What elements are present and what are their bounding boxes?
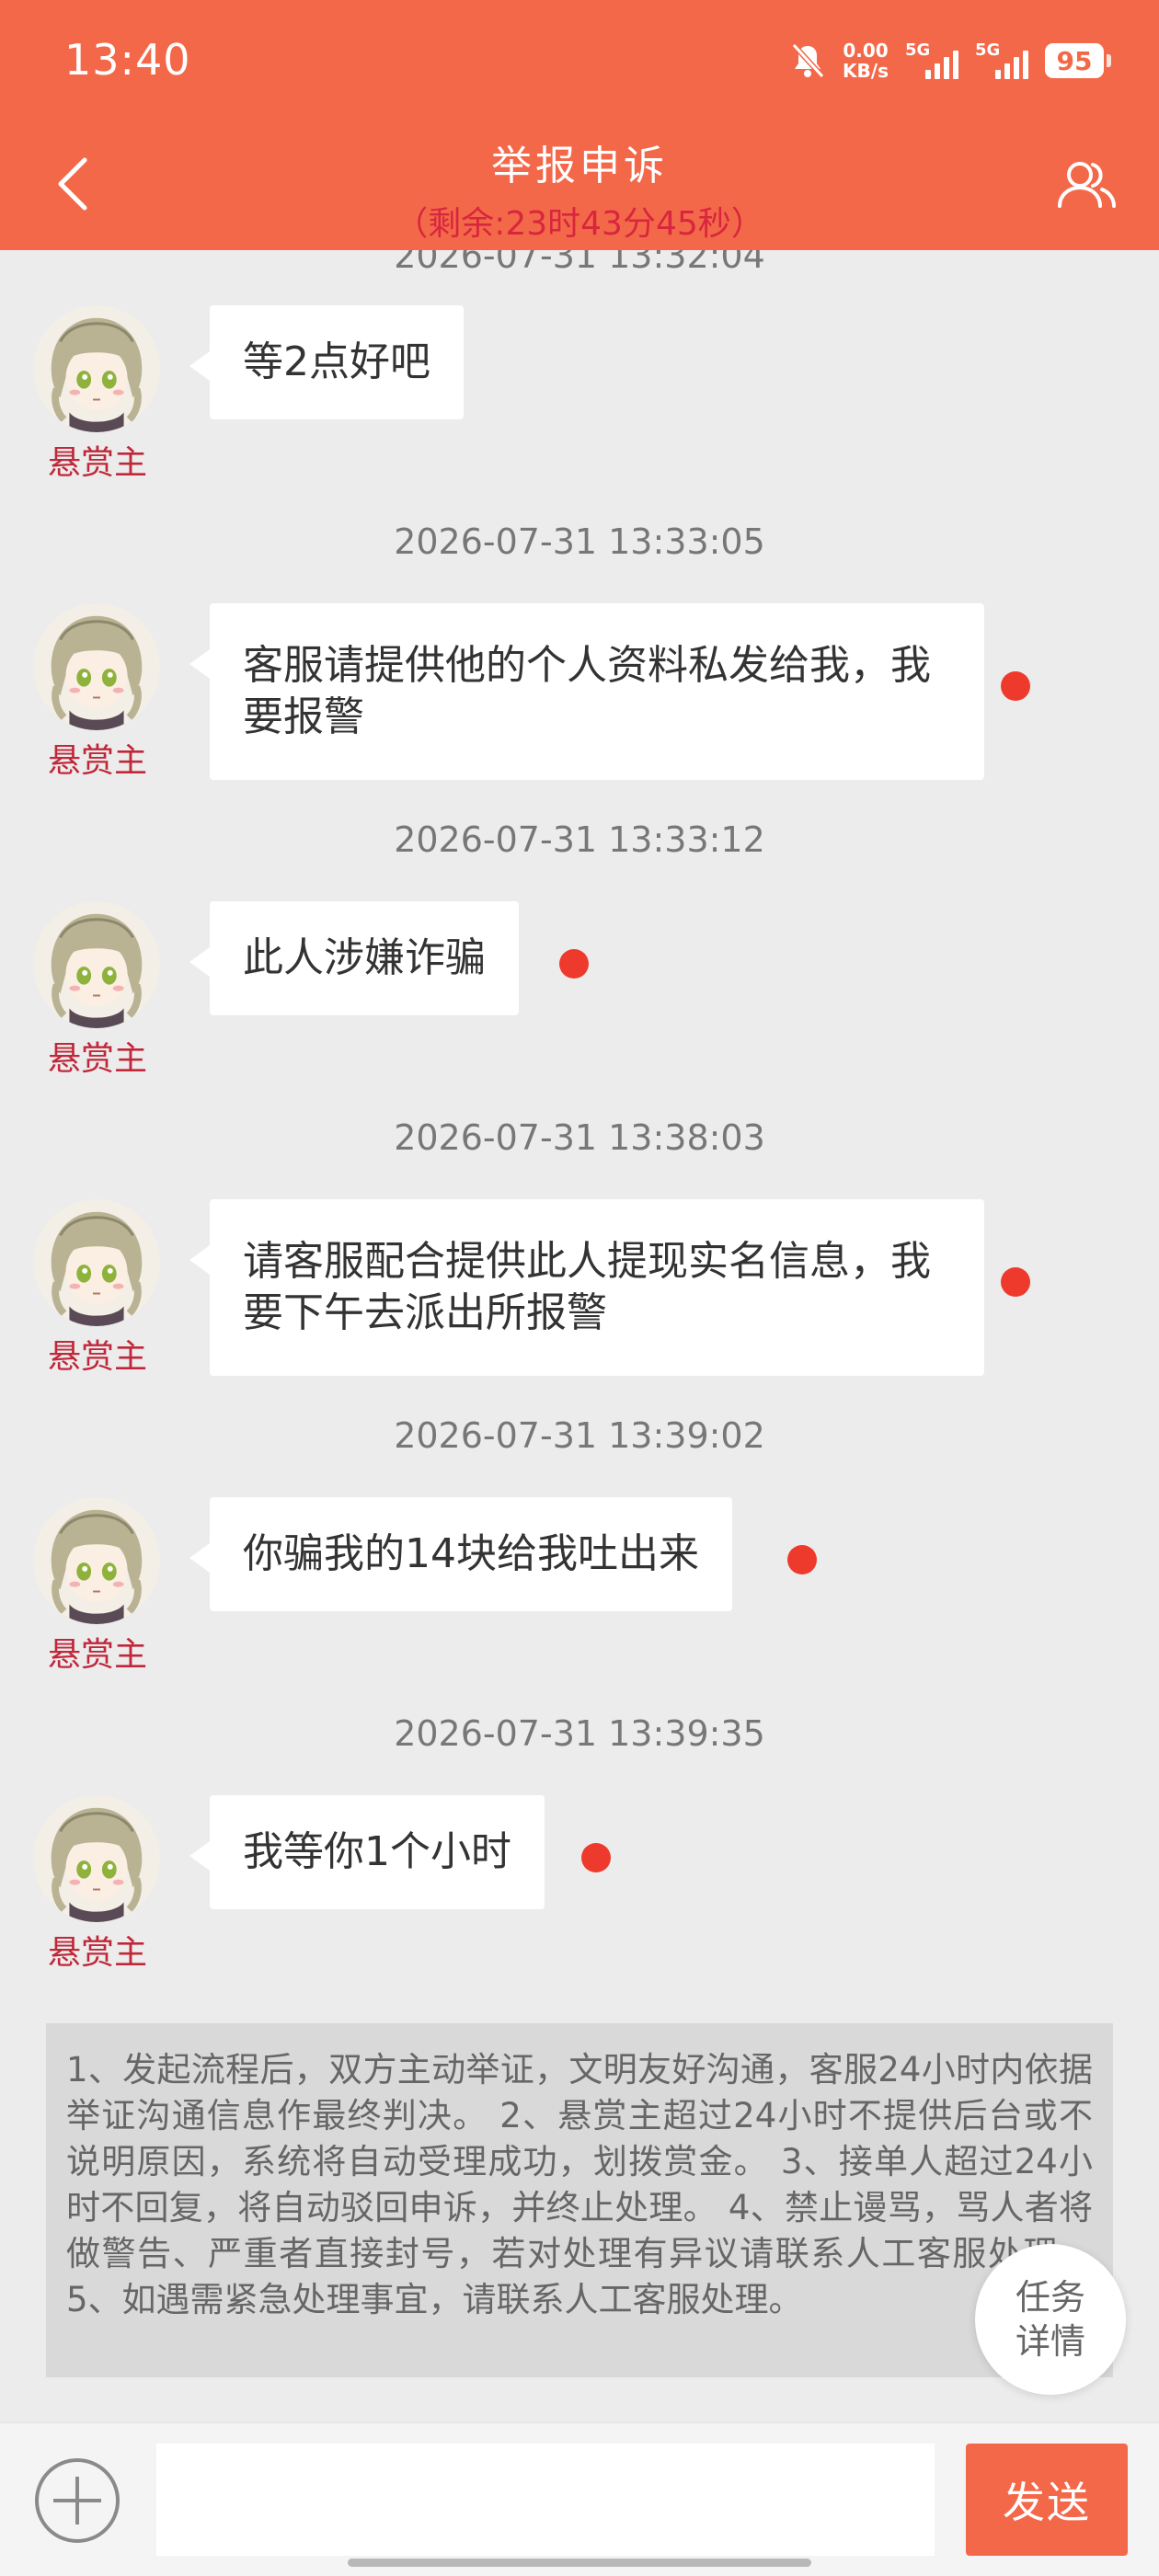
header: 13:40 0.00 KB/s 5G 5G 95 举报申诉 （剩余:23时43分…	[0, 0, 1159, 250]
message-timestamp: 2026-07-31 13:33:05	[394, 521, 765, 562]
input-bar: 发送	[0, 2422, 1159, 2576]
message-timestamp: 2026-07-31 13:39:02	[394, 1415, 765, 1456]
sim1-label: 5G	[905, 40, 931, 60]
signal-icon: 5G	[905, 40, 958, 79]
sender-block: 悬赏主	[33, 1497, 162, 1676]
message-bubble[interactable]: 此人涉嫌诈骗	[189, 901, 519, 1015]
avatar[interactable]	[33, 603, 160, 730]
message-bubble[interactable]: 等2点好吧	[189, 305, 464, 419]
status-time: 13:40	[64, 35, 191, 85]
avatar[interactable]	[33, 901, 160, 1028]
chat-list[interactable]: 2026-07-31 13:32:04 悬赏主 等2点好吧 2026-07-31…	[0, 250, 1159, 1988]
mute-bell-icon	[791, 42, 825, 79]
sender-block: 悬赏主	[33, 305, 162, 484]
signal-icon: 5G	[975, 40, 1028, 79]
battery-icon: 95	[1045, 43, 1111, 78]
unread-dot	[787, 1545, 817, 1574]
avatar[interactable]	[33, 305, 160, 432]
message-timestamp: 2026-07-31 13:38:03	[394, 1117, 765, 1158]
unread-dot	[1001, 671, 1030, 701]
sender-block: 悬赏主	[33, 901, 162, 1080]
unread-dot	[559, 949, 589, 979]
message-bubble[interactable]: 我等你1个小时	[189, 1795, 545, 1909]
plus-circle-icon[interactable]	[33, 2456, 121, 2545]
message-timestamp: 2026-07-31 13:33:12	[394, 819, 765, 860]
title-area: 举报申诉 （剩余:23时43分45秒）	[0, 132, 1159, 245]
message-bubble[interactable]: 请客服配合提供此人提现实名信息，我要下午去派出所报警	[189, 1199, 984, 1376]
home-indicator[interactable]	[348, 2559, 811, 2567]
message-timestamp: 2026-07-31 13:32:04	[394, 250, 765, 276]
unread-dot	[1001, 1267, 1030, 1297]
sender-block: 悬赏主	[33, 1795, 162, 1974]
network-speed-unit: KB/s	[843, 60, 889, 82]
message-timestamp: 2026-07-31 13:39:35	[394, 1713, 765, 1754]
task-details-button[interactable]: 任务 详情	[975, 2244, 1126, 2395]
sender-role: 悬赏主	[47, 1636, 147, 1674]
sender-block: 悬赏主	[33, 603, 162, 782]
page-title: 举报申诉	[491, 143, 668, 189]
countdown-timer: （剩余:23时43分45秒）	[395, 205, 764, 243]
avatar[interactable]	[33, 1795, 160, 1922]
sender-role: 悬赏主	[47, 444, 147, 482]
send-button[interactable]: 发送	[966, 2444, 1128, 2556]
unread-dot	[581, 1843, 611, 1872]
message-bubble[interactable]: 客服请提供他的个人资料私发给我，我要报警	[189, 603, 984, 780]
sender-role: 悬赏主	[47, 1934, 147, 1972]
users-icon[interactable]	[1054, 155, 1119, 219]
network-speed-value: 0.00	[843, 40, 889, 62]
task-details-label-line2: 详情	[1015, 2321, 1085, 2362]
message-bubble[interactable]: 你骗我的14块给我吐出来	[189, 1497, 732, 1611]
sender-role: 悬赏主	[47, 1338, 147, 1376]
avatar[interactable]	[33, 1199, 160, 1326]
sender-role: 悬赏主	[47, 742, 147, 780]
network-speed: 0.00 KB/s	[843, 40, 889, 81]
message-input[interactable]	[156, 2444, 935, 2556]
sim2-label: 5G	[975, 40, 1001, 60]
status-icons: 0.00 KB/s 5G 5G 95	[789, 33, 1111, 88]
rules-notice: 1、发起流程后，双方主动举证，文明友好沟通，客服24小时内依据举证沟通信息作最终…	[46, 2023, 1113, 2377]
sender-role: 悬赏主	[47, 1040, 147, 1078]
sender-block: 悬赏主	[33, 1199, 162, 1378]
avatar[interactable]	[33, 1497, 160, 1624]
task-details-label-line1: 任务	[1015, 2277, 1085, 2318]
